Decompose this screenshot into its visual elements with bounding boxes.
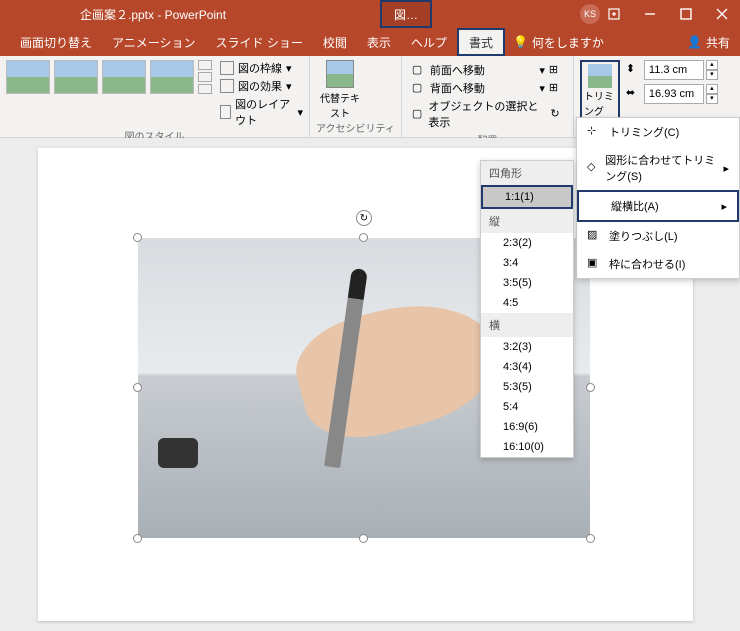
close-button[interactable] <box>704 0 740 28</box>
tab-slideshow[interactable]: スライド ショー <box>206 28 313 56</box>
chevron-right-icon: ▸ <box>721 200 727 213</box>
share-label: 共有 <box>706 34 730 51</box>
accessibility-group: 代替テキスト アクセシビリティ <box>310 56 402 137</box>
picture-tools-context-tab[interactable]: 図… <box>380 0 432 28</box>
crop-menu-shape[interactable]: ◇図形に合わせてトリミング(S)▸ <box>577 146 739 190</box>
aspect-item[interactable]: 16:10(0) <box>481 437 573 457</box>
chevron-down-icon: ▾ <box>297 106 303 119</box>
width-spinner[interactable]: ▴▾ <box>706 84 718 104</box>
share-button[interactable]: 👤 共有 <box>687 34 730 51</box>
alt-text-button[interactable]: 代替テキスト <box>316 60 364 120</box>
effects-icon <box>220 79 234 93</box>
aspect-item[interactable]: 3:5(5) <box>481 273 573 293</box>
rotate-icon: ↻ <box>550 107 563 121</box>
fill-icon: ▨ <box>587 228 603 244</box>
picture-styles-group: 図の枠線▾ 図の効果▾ 図のレイアウト▾ 図のスタイル <box>0 56 310 137</box>
aspect-item[interactable]: 4:5 <box>481 293 573 313</box>
maximize-button[interactable] <box>668 0 704 28</box>
border-icon <box>220 61 234 75</box>
width-input[interactable] <box>644 84 704 104</box>
height-input[interactable] <box>644 60 704 80</box>
height-icon: ⬍ <box>626 62 642 78</box>
aspect-item-1-1[interactable]: 1:1(1) <box>481 185 573 209</box>
crop-icon <box>588 64 612 88</box>
aspect-item[interactable]: 4:3(4) <box>481 357 573 377</box>
align-icon: ⊞ <box>549 63 563 77</box>
group-icon: ⊞ <box>549 81 563 95</box>
photo-hand <box>286 284 510 452</box>
bring-forward-icon: ▢ <box>412 63 426 77</box>
tab-view[interactable]: 表示 <box>357 28 401 56</box>
resize-handle-e[interactable] <box>586 383 595 392</box>
picture-border-button[interactable]: 図の枠線▾ <box>220 60 303 76</box>
aspect-item[interactable]: 3:4 <box>481 253 573 273</box>
resize-handle-se[interactable] <box>586 534 595 543</box>
style-thumb[interactable] <box>102 60 146 94</box>
tell-me-label: 何をしますか <box>532 34 604 51</box>
picture-style-gallery[interactable] <box>6 60 212 94</box>
width-icon: ⬌ <box>626 86 642 102</box>
alt-text-icon <box>326 60 354 88</box>
selection-pane-button[interactable]: ▢オブジェクトの選択と表示↻ <box>412 98 563 130</box>
ribbon-options-button[interactable] <box>596 0 632 28</box>
tab-animations[interactable]: アニメーション <box>102 28 206 56</box>
crop-menu-aspect-ratio[interactable]: 縦横比(A)▸ <box>577 190 739 222</box>
crop-icon: ⊹ <box>587 124 603 140</box>
aspect-header-landscape: 横 <box>481 313 573 337</box>
ribbon-tabs: 画面切り替え アニメーション スライド ショー 校閲 表示 ヘルプ 書式 💡 何… <box>0 28 740 56</box>
chevron-right-icon: ▸ <box>723 162 729 175</box>
crop-dropdown-menu: ⊹トリミング(C) ◇図形に合わせてトリミング(S)▸ 縦横比(A)▸ ▨塗りつ… <box>576 117 740 279</box>
aspect-item[interactable]: 2:3(2) <box>481 233 573 253</box>
shape-icon: ◇ <box>587 160 599 176</box>
height-input-row: ⬍ ▴▾ <box>626 60 718 80</box>
window-controls <box>596 0 740 28</box>
chevron-down-icon: ▾ <box>286 62 292 75</box>
resize-handle-n[interactable] <box>359 233 368 242</box>
tab-format[interactable]: 書式 <box>457 28 505 56</box>
style-thumb[interactable] <box>6 60 50 94</box>
aspect-item[interactable]: 16:9(6) <box>481 417 573 437</box>
bring-forward-button[interactable]: ▢前面へ移動▾⊞ <box>412 62 563 78</box>
aspect-item[interactable]: 5:4 <box>481 397 573 417</box>
style-thumb[interactable] <box>150 60 194 94</box>
share-icon: 👤 <box>687 35 702 49</box>
send-backward-icon: ▢ <box>412 81 426 95</box>
tab-review[interactable]: 校閲 <box>313 28 357 56</box>
crop-menu-fit[interactable]: ▣枠に合わせる(I) <box>577 250 739 278</box>
rotate-handle[interactable]: ↻ <box>356 210 372 226</box>
minimize-button[interactable] <box>632 0 668 28</box>
height-spinner[interactable]: ▴▾ <box>706 60 718 80</box>
width-input-row: ⬌ ▴▾ <box>626 84 718 104</box>
selection-icon: ▢ <box>412 107 425 121</box>
aspect-header-square: 四角形 <box>481 161 573 185</box>
aspect-item[interactable]: 5:3(5) <box>481 377 573 397</box>
tab-help[interactable]: ヘルプ <box>401 28 457 56</box>
send-backward-button[interactable]: ▢背面へ移動▾⊞ <box>412 80 563 96</box>
tab-transitions[interactable]: 画面切り替え <box>10 28 102 56</box>
chevron-down-icon: ▾ <box>286 80 292 93</box>
resize-handle-nw[interactable] <box>133 233 142 242</box>
crop-menu-fill[interactable]: ▨塗りつぶし(L) <box>577 222 739 250</box>
style-thumb[interactable] <box>54 60 98 94</box>
picture-layout-button[interactable]: 図のレイアウト▾ <box>220 96 303 128</box>
resize-handle-w[interactable] <box>133 383 142 392</box>
aspect-ratio-submenu: 四角形 1:1(1) 縦 2:3(2) 3:4 3:5(5) 4:5 横 3:2… <box>480 160 574 458</box>
titlebar: 企画案２.pptx - PowerPoint 図… KS <box>0 0 740 28</box>
crop-menu-crop[interactable]: ⊹トリミング(C) <box>577 118 739 146</box>
picture-effects-button[interactable]: 図の効果▾ <box>220 78 303 94</box>
arrange-group: ▢前面へ移動▾⊞ ▢背面へ移動▾⊞ ▢オブジェクトの選択と表示↻ 配置 <box>402 56 574 137</box>
group-label: アクセシビリティ <box>316 120 395 135</box>
resize-handle-sw[interactable] <box>133 534 142 543</box>
window-title: 企画案２.pptx - PowerPoint <box>80 6 226 23</box>
photo-object <box>158 438 198 468</box>
fit-icon: ▣ <box>587 256 603 272</box>
tell-me[interactable]: 💡 何をしますか <box>513 34 604 51</box>
resize-handle-s[interactable] <box>359 534 368 543</box>
aspect-header-portrait: 縦 <box>481 209 573 233</box>
gallery-more-button[interactable] <box>198 60 212 94</box>
aspect-item[interactable]: 3:2(3) <box>481 337 573 357</box>
layout-icon <box>220 105 231 119</box>
lightbulb-icon: 💡 <box>513 35 528 49</box>
